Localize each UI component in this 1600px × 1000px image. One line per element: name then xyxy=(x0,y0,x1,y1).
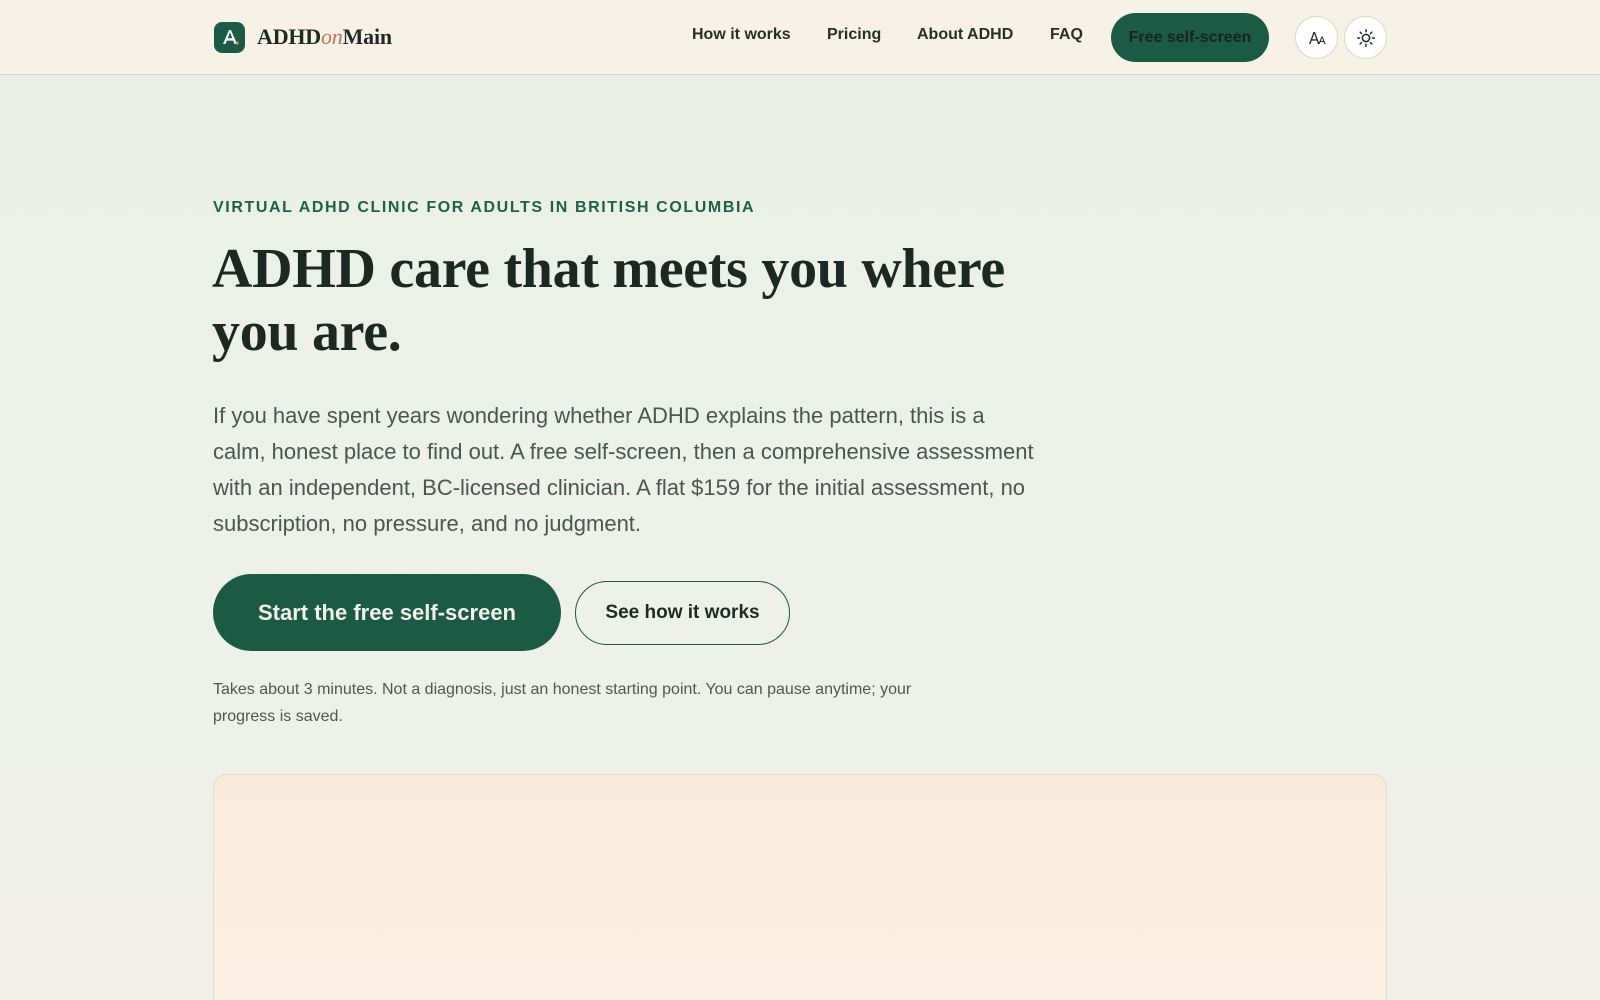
see-how-it-works-button[interactable]: See how it works xyxy=(575,581,790,645)
nav-pricing[interactable]: Pricing xyxy=(827,26,881,44)
text-size-button[interactable] xyxy=(1295,16,1338,59)
hero-fine-print: Takes about 3 minutes. Not a diagnosis, … xyxy=(213,681,912,725)
site-header: ADHDonMain How it works Pricing About AD… xyxy=(0,0,1600,75)
letter-a-logo-icon xyxy=(214,21,245,53)
nav-faq[interactable]: FAQ xyxy=(1050,26,1083,44)
theme-toggle-button[interactable] xyxy=(1344,16,1387,59)
hero-panel xyxy=(213,774,1387,1000)
hero-eyebrow: VIRTUAL ADHD CLINIC FOR ADULTS IN BRITIS… xyxy=(213,199,756,216)
hero-title: ADHD care that meets you where you are. xyxy=(212,238,1005,363)
sun-icon xyxy=(1356,28,1375,47)
text-size-icon xyxy=(1308,31,1326,44)
nav-how-it-works[interactable]: How it works xyxy=(692,26,791,44)
brand-name: ADHDonMain xyxy=(257,24,392,49)
free-self-screen-button[interactable]: Free self-screen xyxy=(1111,13,1269,62)
nav-about-adhd[interactable]: About ADHD xyxy=(917,26,1013,44)
hero-body: If you have spent years wondering whethe… xyxy=(213,403,1034,536)
brand-logo-link[interactable]: ADHDonMain xyxy=(214,21,392,53)
start-self-screen-button[interactable]: Start the free self-screen xyxy=(213,574,561,651)
